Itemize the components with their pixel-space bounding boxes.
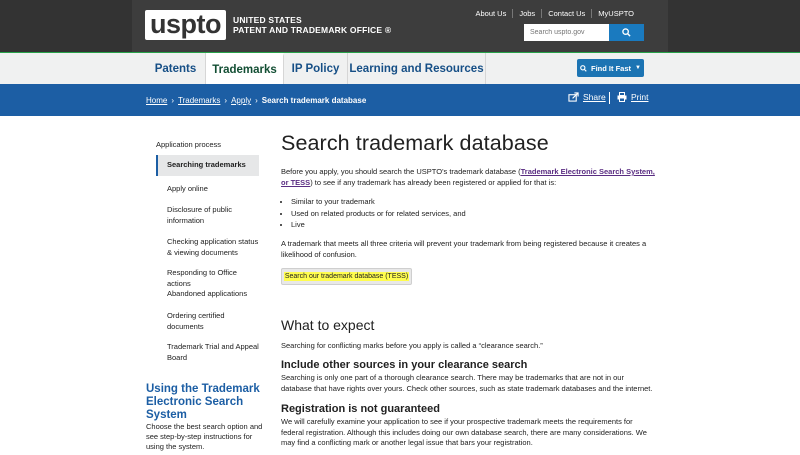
sidebar-item-ttab[interactable]: Trademark Trial and Appeal Board (167, 341, 262, 363)
site-header (0, 0, 800, 52)
search-tess-button[interactable]: Search our trademark database (TESS) (281, 268, 412, 285)
promo-text: Choose the best search option and see st… (146, 422, 263, 451)
logo-line1: UNITED STATES (233, 15, 302, 25)
list-item: Live (291, 219, 466, 231)
chevron-right-icon: › (171, 96, 175, 105)
share-label: Share (583, 92, 606, 102)
utility-link-jobs[interactable]: Jobs (512, 9, 541, 18)
caret-down-icon: ▼ (635, 65, 641, 71)
sidebar-item-label: Searching trademarks (167, 160, 246, 169)
logo-line2: PATENT AND TRADEMARK OFFICE ® (233, 25, 392, 35)
chevron-right-icon: › (255, 96, 258, 105)
page-title: Search trademark database (281, 131, 549, 155)
criteria-paragraph: A trademark that meets all three criteri… (281, 239, 647, 259)
nav-ip-policy[interactable]: IP Policy (284, 53, 348, 84)
search-tess-label: Search our trademark database (TESS) (283, 272, 410, 281)
criteria-list: Similar to your trademark Used on relate… (291, 196, 466, 231)
find-it-fast-button[interactable]: Find It Fast ▼ (577, 59, 644, 77)
utility-link-contact[interactable]: Contact Us (541, 9, 591, 18)
intro-before: Before you apply, you should search the … (281, 167, 521, 176)
sidebar-item-abandoned[interactable]: Abandoned applications (167, 288, 262, 299)
logo-text: UNITED STATES PATENT AND TRADEMARK OFFIC… (233, 15, 391, 35)
registration-paragraph: We will carefully examine your applicati… (281, 417, 647, 447)
breadcrumb: Home › Trademarks › Apply › Search trade… (146, 96, 366, 105)
search-button[interactable] (609, 24, 644, 41)
printer-icon (617, 92, 627, 102)
other-sources-paragraph: Searching is only one part of a thorough… (281, 373, 653, 393)
search-input[interactable] (524, 24, 609, 41)
main-nav: Patents Trademarks IP Policy Learning an… (0, 52, 800, 84)
utility-links: About Us Jobs Contact Us MyUSPTO (469, 9, 640, 18)
sidebar-item-responding[interactable]: Responding to Office actions (167, 267, 262, 289)
utility-link-myuspto[interactable]: MyUSPTO (591, 9, 640, 18)
nav-patents[interactable]: Patents (146, 53, 206, 84)
header-side-left (0, 0, 132, 52)
share-icon (568, 92, 579, 102)
nav-trademarks[interactable]: Trademarks (206, 53, 284, 84)
search-icon (580, 64, 587, 72)
sidebar-parent-application-process[interactable]: Application process (156, 139, 251, 150)
list-item: Used on related products or for related … (291, 208, 466, 220)
logo-mark: uspto (145, 10, 226, 40)
header-side-right (668, 0, 800, 52)
breadcrumb-apply[interactable]: Apply (231, 96, 251, 105)
intro-after: ) to see if any trademark has already be… (310, 178, 557, 187)
nav-learning-resources[interactable]: Learning and Resources (348, 53, 486, 84)
sidebar-item-ordering[interactable]: Ordering certified documents (167, 310, 237, 332)
share-button[interactable]: Share (568, 92, 606, 102)
chevron-right-icon: › (224, 96, 228, 105)
list-item: Similar to your trademark (291, 196, 466, 208)
breadcrumb-trademarks[interactable]: Trademarks (178, 96, 220, 105)
section-heading-what-to-expect: What to expect (281, 317, 375, 333)
utility-link-about[interactable]: About Us (469, 9, 512, 18)
promo-title[interactable]: Using the Trademark Electronic Search Sy… (146, 383, 276, 422)
intro-paragraph: Before you apply, you should search the … (281, 166, 656, 188)
sidebar-item-checking-status[interactable]: Checking application status & viewing do… (167, 236, 259, 258)
breadcrumb-home[interactable]: Home (146, 96, 167, 105)
find-it-fast-label: Find It Fast (591, 63, 632, 73)
sidebar-item-disclosure[interactable]: Disclosure of public information (167, 204, 255, 226)
print-button[interactable]: Print (617, 92, 648, 102)
subheading-registration: Registration is not guaranteed (281, 403, 440, 415)
page-banner (0, 84, 800, 116)
uspto-logo[interactable]: uspto UNITED STATES PATENT AND TRADEMARK… (145, 10, 391, 40)
sidebar-item-apply-online[interactable]: Apply online (167, 183, 262, 194)
sidebar-item-searching-trademarks[interactable]: Searching trademarks (156, 155, 259, 176)
expect-paragraph: Searching for conflicting marks before y… (281, 341, 543, 350)
breadcrumb-current: Search trademark database (261, 96, 367, 105)
subheading-other-sources: Include other sources in your clearance … (281, 359, 528, 371)
print-label: Print (631, 92, 649, 102)
search-icon (622, 28, 631, 37)
tools-divider (609, 92, 610, 104)
